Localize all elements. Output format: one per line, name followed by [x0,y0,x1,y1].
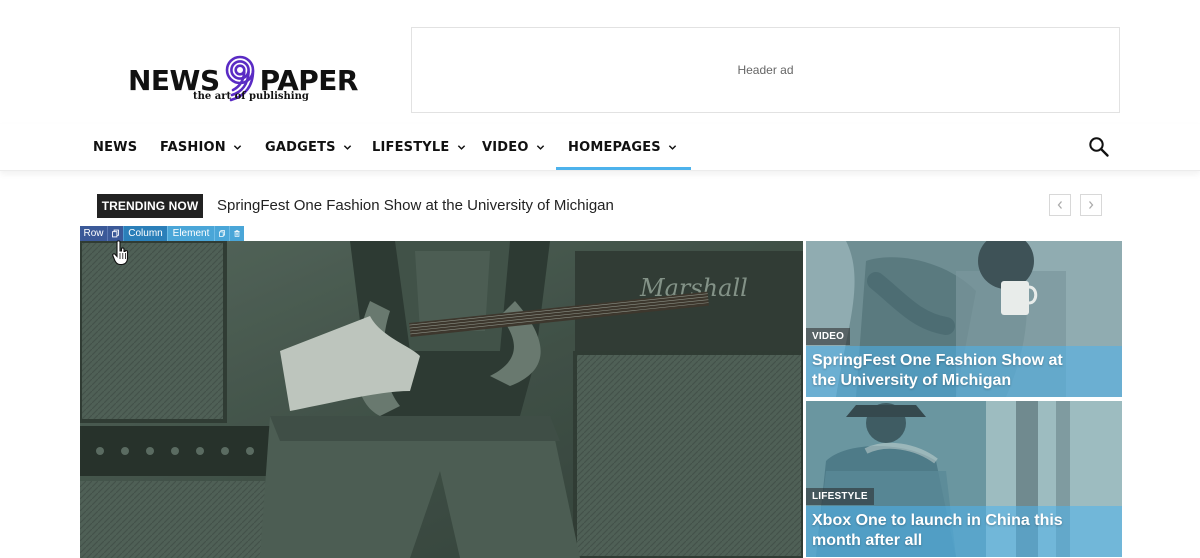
row-button[interactable]: Row [80,226,107,241]
nav-item-news[interactable]: NEWS [93,124,137,170]
chevron-down-icon [668,144,677,150]
element-button-label: Element [172,228,210,239]
nav-item-label: LIFESTYLE [372,139,450,155]
header-ad-label: Header ad [737,63,794,77]
chevron-right-icon [1089,201,1094,209]
editor-toolbar: Row Column Element [80,226,244,241]
guitarist-photo: Marshall [80,241,803,558]
trending-next-button[interactable] [1080,194,1102,216]
chevron-down-icon [343,144,351,150]
copy-icon [219,230,225,237]
nav-item-lifestyle[interactable]: LIFESTYLE [372,124,466,170]
element-delete-button[interactable] [229,226,244,241]
trending-now-badge: TRENDING NOW [97,194,203,218]
chevron-down-icon [233,144,242,150]
nav-item-label: FASHION [160,139,226,155]
nav-item-video[interactable]: VIDEO [482,124,545,170]
trash-icon [234,230,240,237]
row-copy-button[interactable] [107,226,123,241]
hand-cursor-icon [112,240,129,266]
featured-side-title-2[interactable]: Xbox One to launch in China this month a… [812,511,1082,551]
header-ad-slot[interactable]: Header ad [411,27,1120,113]
copy-icon [112,229,119,238]
chevron-left-icon [1057,201,1062,209]
nav-item-label: VIDEO [482,139,529,155]
nav-item-label: HOMEPAGES [568,139,661,155]
featured-side-tile-1[interactable]: VIDEO SpringFest One Fashion Show at the… [806,241,1122,397]
featured-main-tile[interactable]: Marshall [80,241,803,558]
trending-badge-label: TRENDING NOW [101,199,199,213]
column-button-label: Column [128,228,163,239]
main-navigation: NEWS FASHION GADGETS LIFESTYLE VIDEO HOM… [0,124,1200,171]
category-tag[interactable]: VIDEO [806,328,851,345]
chevron-down-icon [457,144,465,150]
element-copy-button[interactable] [214,226,229,241]
site-logo[interactable]: NEWS PAPER the art of publishing [128,44,368,106]
chevron-down-icon [536,144,544,150]
featured-side-title-1[interactable]: SpringFest One Fashion Show at the Unive… [812,351,1082,391]
nav-item-label: NEWS [93,139,138,155]
nav-item-homepages[interactable]: HOMEPAGES [556,124,691,170]
nav-item-gadgets[interactable]: GADGETS [265,124,352,170]
logo-tagline: the art of publishing [193,91,309,102]
element-button[interactable]: Element [167,226,214,241]
column-button[interactable]: Column [123,226,167,241]
row-button-label: Row [83,228,104,239]
featured-side-tile-2[interactable]: LIFESTYLE Xbox One to launch in China th… [806,401,1122,557]
search-icon[interactable] [1088,136,1110,158]
nav-item-fashion[interactable]: FASHION [160,124,242,170]
trending-prev-button[interactable] [1049,194,1071,216]
category-tag[interactable]: LIFESTYLE [806,488,874,505]
trending-headline-link[interactable]: SpringFest One Fashion Show at the Unive… [217,197,614,214]
nav-item-label: GADGETS [265,139,336,155]
